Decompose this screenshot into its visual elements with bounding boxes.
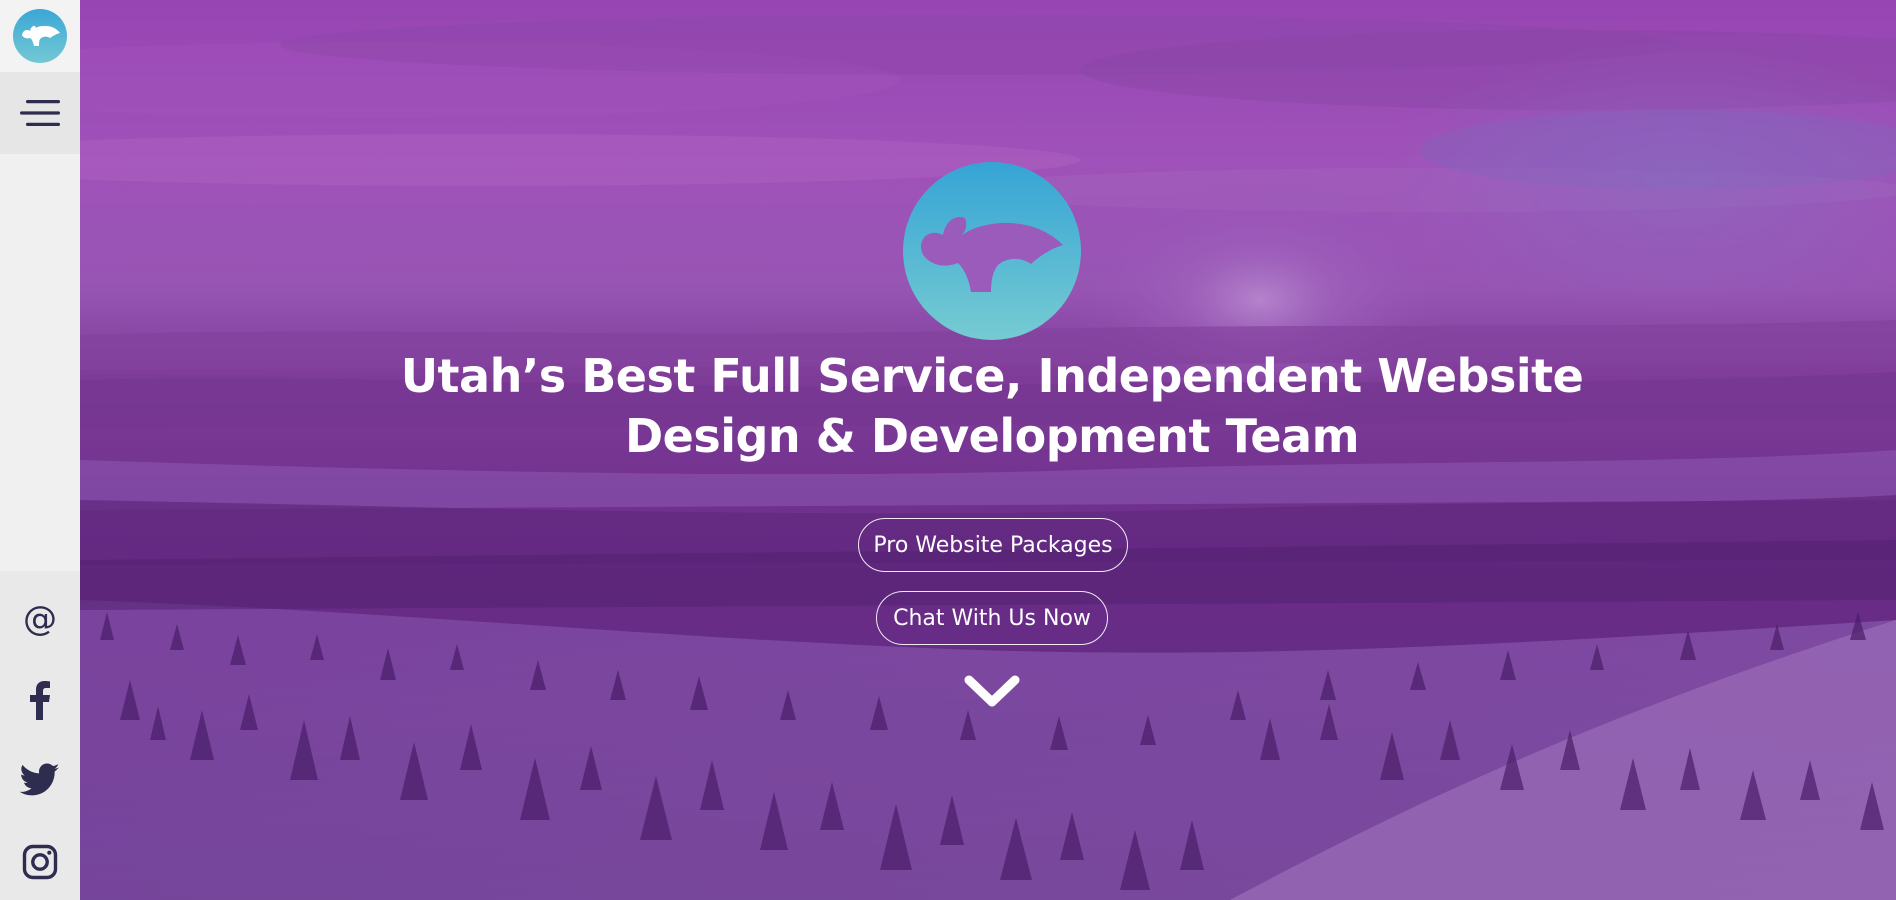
- sidebar: @: [0, 0, 80, 900]
- pro-website-packages-button[interactable]: Pro Website Packages: [858, 518, 1128, 572]
- email-icon: @: [23, 599, 57, 639]
- email-link[interactable]: @: [0, 588, 80, 650]
- twitter-link[interactable]: [0, 749, 80, 811]
- facebook-icon: [30, 681, 50, 720]
- home-logo-link[interactable]: [0, 0, 80, 72]
- chevron-down-icon: [964, 675, 1020, 707]
- otter-logo-icon: [13, 9, 67, 63]
- instagram-icon: [22, 844, 58, 880]
- otter-logo-icon: [903, 162, 1081, 340]
- hero-logo: [903, 162, 1081, 340]
- page: @ Utah’s Best Full Service, Independent …: [0, 0, 1896, 900]
- social-links: @: [0, 571, 80, 900]
- menu-button[interactable]: [0, 72, 80, 154]
- hero-headline-line2: Design & Development Team: [624, 409, 1360, 463]
- instagram-link[interactable]: [0, 831, 80, 893]
- hero-headline: Utah’s Best Full Service, Independent We…: [392, 346, 1592, 466]
- scroll-down-button[interactable]: [964, 672, 1020, 710]
- chat-with-us-button[interactable]: Chat With Us Now: [876, 591, 1108, 645]
- twitter-icon: [20, 763, 60, 796]
- hero-section: Utah’s Best Full Service, Independent We…: [80, 0, 1896, 900]
- hero-headline-line1: Utah’s Best Full Service, Independent We…: [400, 349, 1584, 403]
- facebook-link[interactable]: [0, 669, 80, 731]
- hamburger-menu-icon: [20, 100, 60, 126]
